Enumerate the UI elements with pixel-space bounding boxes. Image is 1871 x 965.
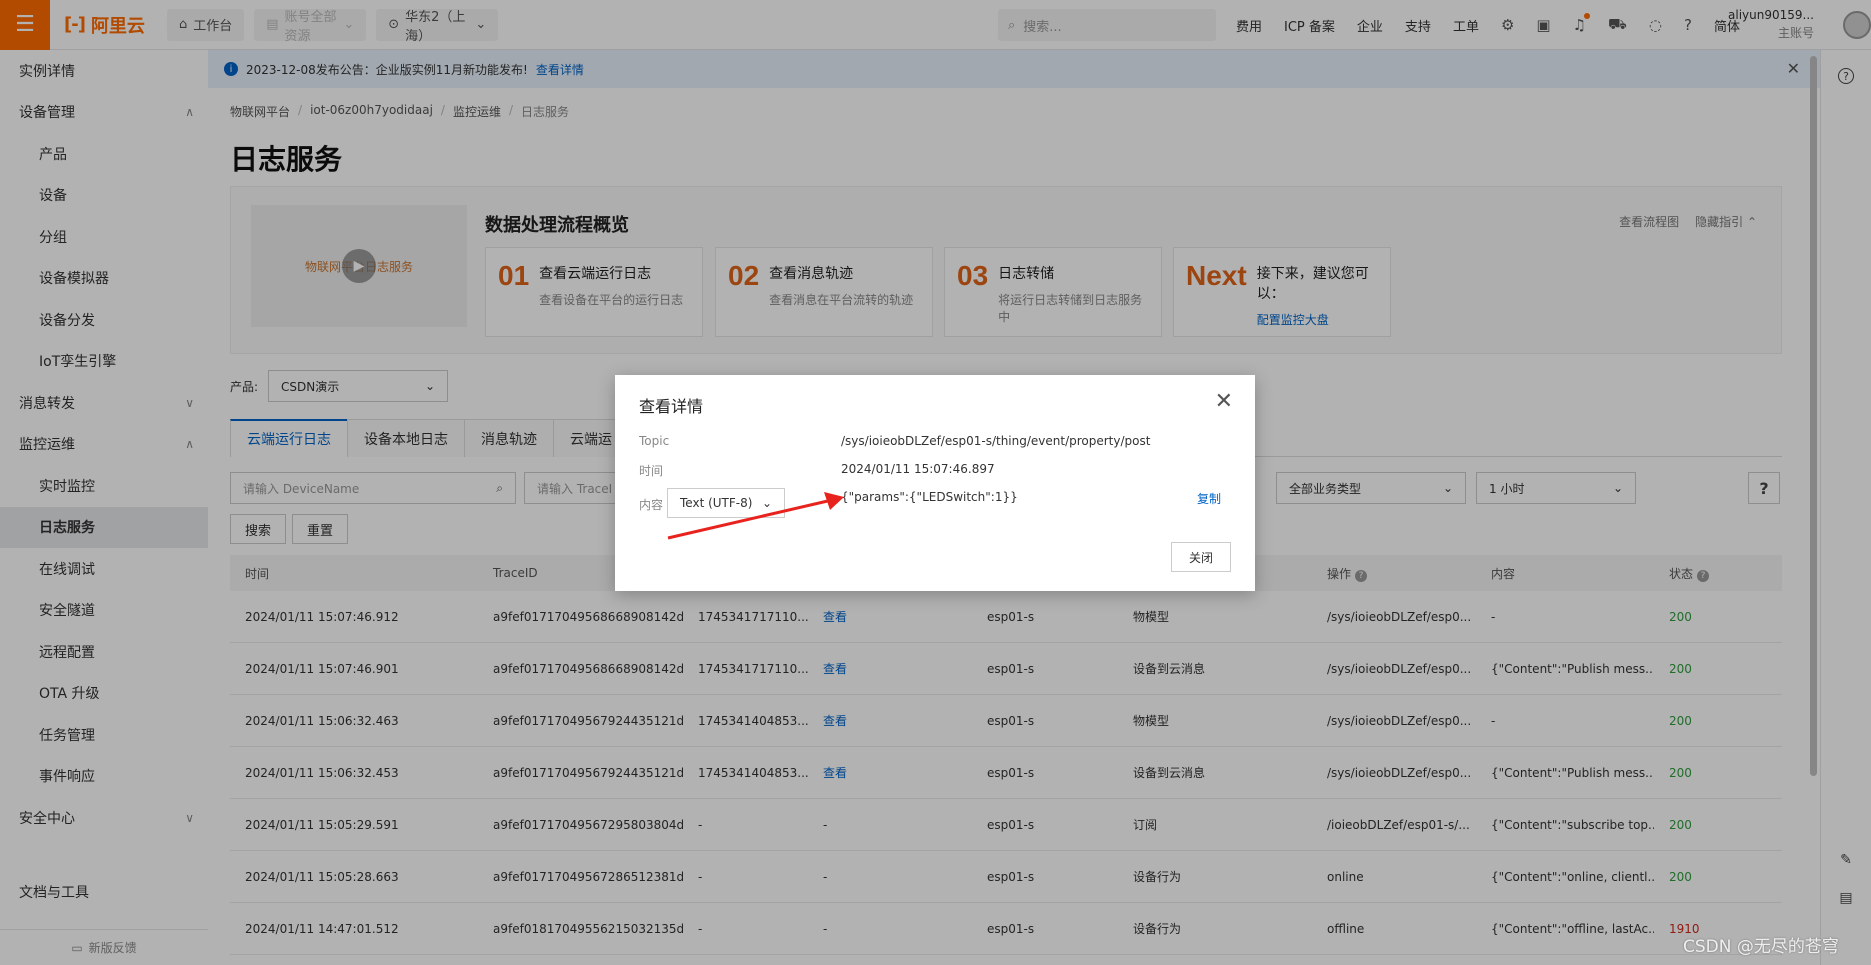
content-value: {"params":{"LEDSwitch":1}} <box>841 490 1018 504</box>
arrow-head <box>824 492 844 510</box>
annotation-arrow <box>667 492 844 540</box>
time-value: 2024/01/11 15:07:46.897 <box>841 462 995 476</box>
close-button[interactable]: 关闭 <box>1171 542 1231 572</box>
detail-dialog: 查看详情 ✕ Topic /sys/ioieobDLZef/esp01-s/th… <box>615 375 1255 591</box>
close-icon[interactable]: ✕ <box>1215 389 1233 414</box>
topic-value: /sys/ioieobDLZef/esp01-s/thing/event/pro… <box>841 434 1151 448</box>
watermark: CSDN @无尽的苍穹 <box>1683 937 1839 957</box>
topic-label: Topic <box>639 434 670 448</box>
arrow-shaft <box>667 498 833 540</box>
content-label: 内容 <box>639 498 664 512</box>
copy-button[interactable]: 复制 <box>1197 490 1221 507</box>
time-label: 时间 <box>639 464 664 478</box>
dialog-title: 查看详情 <box>639 397 704 416</box>
